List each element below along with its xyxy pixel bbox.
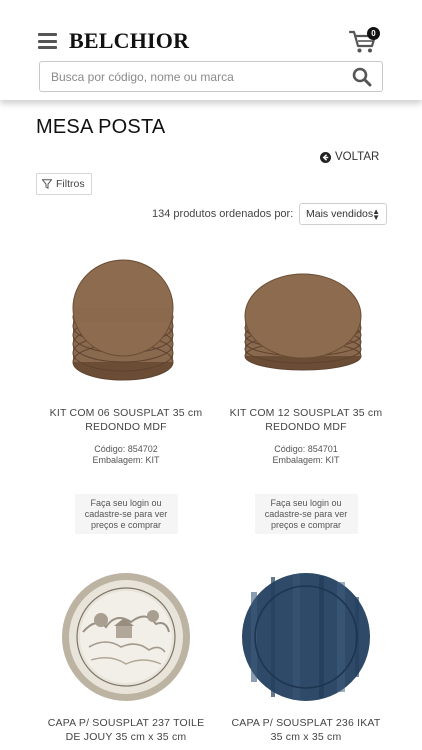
cart-button[interactable]: 0 — [348, 27, 381, 56]
product-packaging: Embalagem: KIT — [92, 455, 160, 465]
login-line: preços e comprar — [90, 520, 162, 530]
login-line: preços e comprar — [270, 520, 342, 530]
brand-logo[interactable]: BELCHIOR — [69, 28, 189, 54]
login-line: cadastre-se para ver — [264, 509, 348, 519]
search-input[interactable] — [40, 62, 340, 91]
sort-selected-value: Mais vendidos — [306, 208, 374, 220]
product-name-line2[interactable]: 35 cm x 35 cm — [216, 730, 396, 744]
filter-label: Filtros — [56, 178, 85, 190]
product-code: Código: 854702 — [94, 444, 158, 454]
login-to-see-prices[interactable]: Faça seu login ou cadastre-se para ver p… — [74, 494, 178, 534]
product-card[interactable]: KIT COM 12 SOUSPLAT 35 cm REDONDO MDF Có… — [216, 252, 396, 534]
product-name[interactable]: CAPA P/ SOUSPLAT 237 TOILE — [36, 716, 216, 730]
search-bar — [39, 61, 383, 92]
site-header: BELCHIOR 0 — [0, 0, 422, 100]
cart-count-badge: 0 — [367, 27, 380, 40]
product-name-line2[interactable]: REDONDO MDF — [216, 420, 396, 434]
product-card[interactable]: CAPA P/ SOUSPLAT 236 IKAT 35 cm x 35 cm — [216, 572, 396, 744]
back-link-label: VOLTAR — [335, 151, 380, 163]
product-image[interactable] — [61, 252, 191, 392]
product-card[interactable]: CAPA P/ SOUSPLAT 237 TOILE DE JOUY 35 cm… — [36, 572, 216, 744]
login-line: Faça seu login ou — [270, 498, 342, 508]
product-image[interactable] — [61, 572, 191, 702]
sort-prefix-text: 134 produtos ordenados por: — [152, 208, 294, 220]
product-card[interactable]: KIT COM 06 SOUSPLAT 35 cm REDONDO MDF Có… — [36, 252, 216, 534]
login-line: cadastre-se para ver — [84, 509, 168, 519]
product-name-line2[interactable]: DE JOUY 35 cm x 35 cm — [36, 730, 216, 744]
product-name[interactable]: KIT COM 12 SOUSPLAT 35 cm — [216, 406, 396, 420]
login-line: Faça seu login ou — [90, 498, 162, 508]
funnel-icon — [42, 179, 52, 189]
product-image[interactable] — [241, 252, 371, 392]
product-packaging: Embalagem: KIT — [272, 455, 340, 465]
product-name-line2[interactable]: REDONDO MDF — [36, 420, 216, 434]
up-down-caret-icon: ▲ ▼ — [372, 207, 380, 222]
product-code: Código: 854701 — [274, 444, 338, 454]
hamburger-menu-icon[interactable] — [38, 33, 57, 49]
product-image[interactable] — [241, 572, 371, 702]
page-title: MESA POSTA — [36, 116, 166, 138]
back-link[interactable]: VOLTAR — [320, 151, 379, 163]
product-name[interactable]: KIT COM 06 SOUSPLAT 35 cm — [36, 406, 216, 420]
login-to-see-prices[interactable]: Faça seu login ou cadastre-se para ver p… — [254, 494, 358, 534]
product-name[interactable]: CAPA P/ SOUSPLAT 236 IKAT — [216, 716, 396, 730]
sort-select[interactable]: Mais vendidos ▲ ▼ — [299, 203, 387, 225]
filter-button[interactable]: Filtros — [36, 173, 92, 195]
search-icon[interactable] — [352, 67, 372, 87]
arrow-left-circle-icon — [320, 151, 331, 163]
